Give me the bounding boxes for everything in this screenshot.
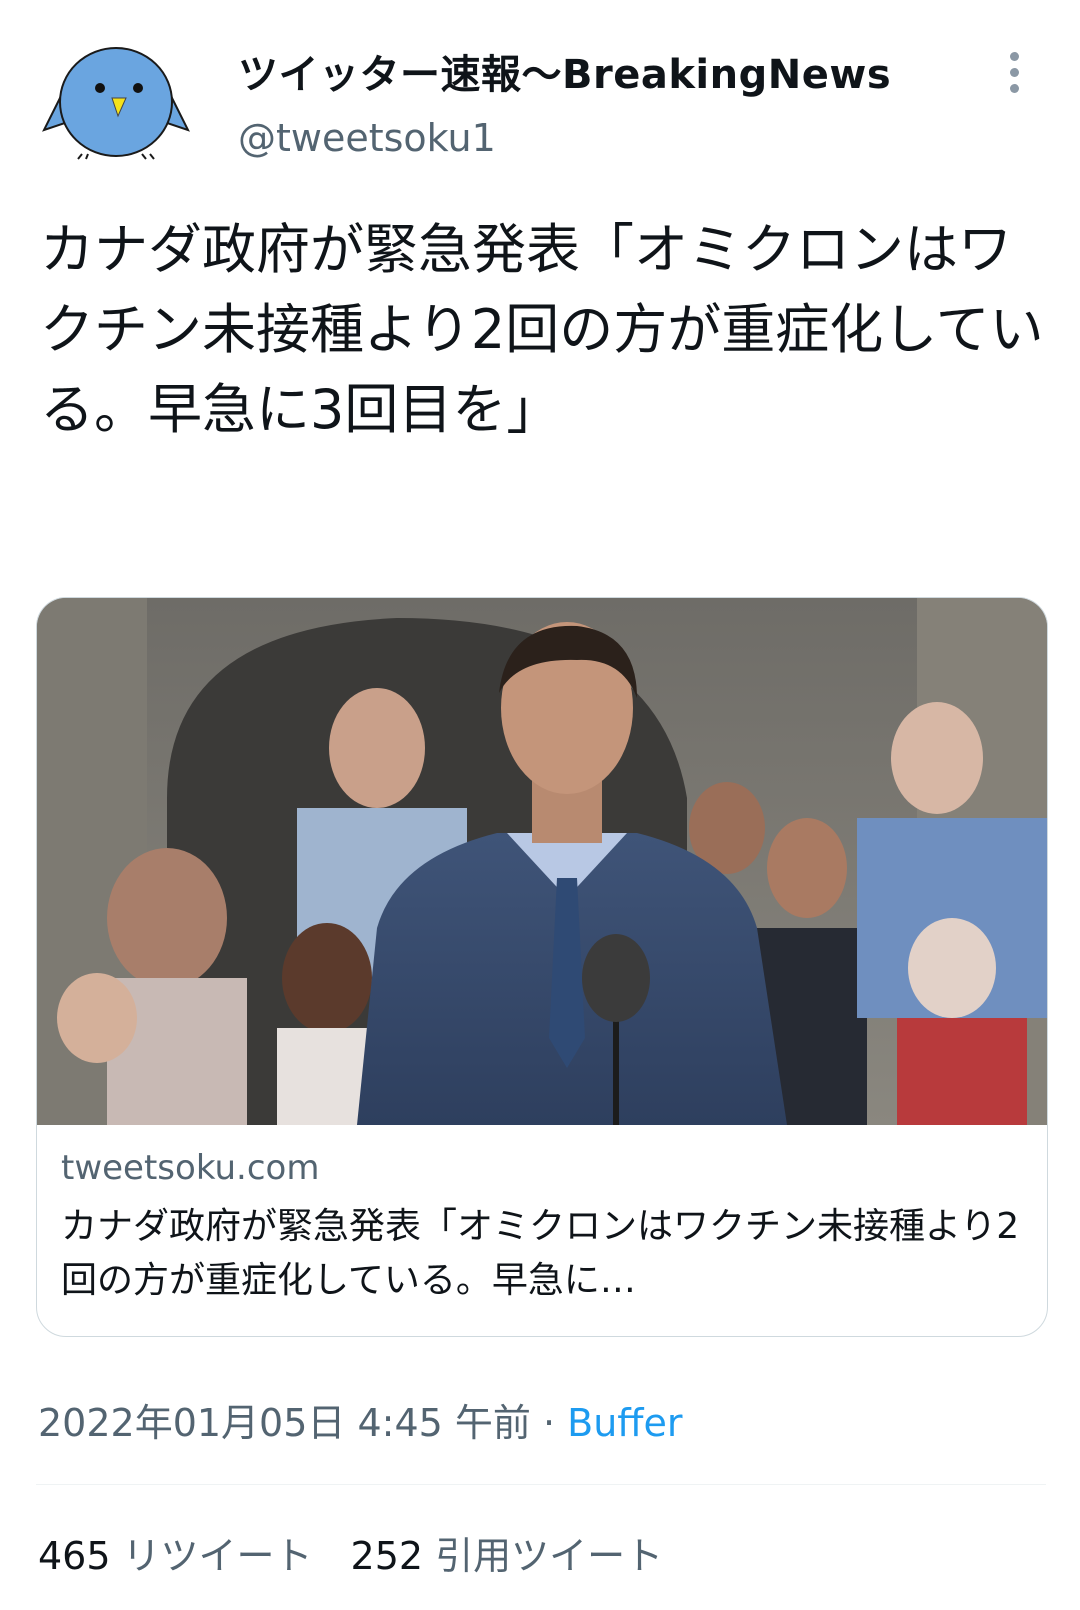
source-link[interactable]: Buffer <box>567 1401 682 1445</box>
author-handle[interactable]: @tweetsoku1 <box>238 116 496 160</box>
card-image <box>37 598 1047 1125</box>
tweet-meta: 2022年01月05日 4:45 午前 · Buffer <box>38 1392 683 1447</box>
retweets-count: 465 <box>38 1534 111 1578</box>
meta-separator: · <box>530 1401 568 1445</box>
blue-bird-icon <box>42 47 190 160</box>
more-options-icon[interactable] <box>1006 52 1022 96</box>
engagement-stats: 465 リツイート 252 引用ツイート <box>38 1525 701 1580</box>
retweets-stat[interactable]: 465 リツイート <box>38 1525 313 1580</box>
retweets-label: リツイート <box>122 1534 313 1578</box>
avatar[interactable] <box>42 42 190 160</box>
divider <box>36 1484 1046 1485</box>
author-display-name[interactable]: ツイッター速報〜BreakingNews <box>238 42 891 100</box>
quotes-stat[interactable]: 252 引用ツイート <box>351 1525 664 1580</box>
tweet-detail: ツイッター速報〜BreakingNews @tweetsoku1 カナダ政府が緊… <box>0 0 1080 1610</box>
timestamp[interactable]: 2022年01月05日 4:45 午前 <box>38 1401 531 1445</box>
link-preview-card[interactable]: tweetsoku.com カナダ政府が緊急発表「オミクロンはワクチン未接種より… <box>36 597 1048 1337</box>
card-title: カナダ政府が緊急発表「オミクロンはワクチン未接種より2回の方が重症化している。早… <box>61 1206 1020 1301</box>
tweet-text: カナダ政府が緊急発表「オミクロンはワクチン未接種より2回の方が重症化している。早… <box>40 218 1044 441</box>
quotes-label: 引用ツイート <box>435 1534 664 1578</box>
quotes-count: 252 <box>350 1534 424 1578</box>
card-domain: tweetsoku.com <box>61 1148 320 1188</box>
